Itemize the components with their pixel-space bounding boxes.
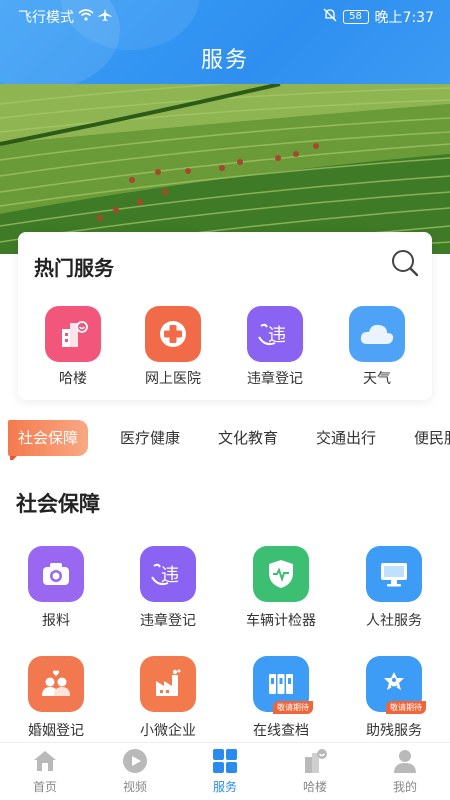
- service-disability-aid[interactable]: 敬请期待 助残服务: [338, 656, 450, 740]
- accessibility-icon: 敬请期待: [366, 656, 426, 714]
- service-label: 车辆计检器: [246, 613, 316, 629]
- tab-medical[interactable]: 医疗健康: [120, 420, 180, 456]
- mute-bell-icon: [323, 8, 337, 26]
- hot-service-violation[interactable]: 违 违章登记: [230, 306, 320, 388]
- violation-icon: 违: [247, 306, 303, 362]
- hot-service-halou[interactable]: 哈楼: [28, 306, 118, 388]
- building-icon: [301, 747, 329, 775]
- couple-icon: [28, 656, 84, 712]
- status-bar: 飞行模式 58 晚上7:37: [0, 0, 450, 32]
- airplane-icon: [98, 8, 112, 26]
- camera-icon: [28, 546, 84, 602]
- svg-text:违: 违: [161, 565, 179, 586]
- svg-text:违: 违: [268, 325, 286, 346]
- tab-label: 视频: [122, 780, 147, 794]
- service-vehicle-check[interactable]: 车辆计检器: [225, 546, 337, 630]
- tab-label: 哈楼: [302, 780, 327, 794]
- header: 飞行模式 58 晚上7:37 服务: [0, 0, 450, 84]
- bottom-tab-bar: 首页 视频 服务 哈楼 我的: [0, 742, 450, 800]
- home-icon: [31, 747, 59, 775]
- archive-icon: 敬请期待: [253, 656, 313, 714]
- hot-service-label: 网上医院: [145, 371, 201, 387]
- building-icon: [45, 306, 101, 362]
- tab-label: 服务: [212, 780, 237, 794]
- tab-indicator: [10, 456, 17, 460]
- cloud-icon: [349, 306, 405, 362]
- service-label: 婚姻登记: [28, 723, 84, 739]
- section-title: 社会保障: [16, 492, 100, 516]
- grid-icon: [211, 747, 239, 775]
- tab-transport[interactable]: 交通出行: [316, 420, 376, 456]
- hot-service-weather[interactable]: 天气: [332, 306, 422, 388]
- service-page: 飞行模式 58 晚上7:37 服务 热门服务 哈楼 网上医院 违 违章登记 天气…: [0, 0, 450, 800]
- medical-cross-icon: [145, 306, 201, 362]
- hot-service-label: 违章登记: [247, 371, 303, 387]
- service-small-business[interactable]: 小微企业: [112, 656, 224, 740]
- hot-services-title: 热门服务: [34, 256, 114, 280]
- coming-soon-badge: 敬请期待: [386, 701, 426, 714]
- service-label: 小微企业: [140, 723, 196, 739]
- hot-service-label: 哈楼: [59, 371, 87, 387]
- clock-time: 晚上7:37: [374, 10, 434, 26]
- play-icon: [121, 747, 149, 775]
- tab-label: 我的: [392, 780, 417, 794]
- service-online-archive[interactable]: 敬请期待 在线查档: [225, 656, 337, 740]
- battery-indicator: 58: [342, 10, 369, 24]
- service-hr-social[interactable]: 人社服务: [338, 546, 450, 630]
- tab-culture-education[interactable]: 文化教育: [218, 420, 278, 456]
- user-icon: [391, 747, 419, 775]
- service-label: 人社服务: [366, 613, 422, 629]
- monitor-icon: [366, 546, 422, 602]
- tab-home[interactable]: 首页: [0, 747, 90, 795]
- tab-social-security[interactable]: 社会保障: [8, 420, 89, 456]
- service-label: 违章登记: [140, 613, 196, 629]
- coming-soon-badge: 敬请期待: [273, 701, 313, 714]
- service-violation[interactable]: 违 违章登记: [112, 546, 224, 630]
- service-marriage[interactable]: 婚姻登记: [0, 656, 112, 740]
- hot-service-label: 天气: [363, 371, 391, 387]
- tab-video[interactable]: 视频: [90, 747, 180, 795]
- service-label: 在线查档: [253, 723, 309, 739]
- factory-icon: [140, 656, 196, 712]
- tab-halou[interactable]: 哈楼: [270, 747, 360, 795]
- banner-image[interactable]: [0, 84, 450, 254]
- wifi-icon: [78, 9, 94, 25]
- tab-convenience[interactable]: 便民服: [414, 420, 450, 456]
- page-title: 服务: [200, 48, 249, 73]
- hot-service-online-hospital[interactable]: 网上医院: [128, 306, 218, 388]
- hot-services-card: 热门服务 哈楼 网上医院 违 违章登记 天气: [18, 232, 432, 400]
- search-icon[interactable]: [390, 248, 420, 278]
- category-tabs: 社会保障 医疗健康 文化教育 交通出行 便民服: [0, 420, 450, 460]
- tab-service[interactable]: 服务: [180, 747, 270, 795]
- service-report[interactable]: 报料: [0, 546, 112, 630]
- tab-mine[interactable]: 我的: [360, 747, 450, 795]
- service-label: 助残服务: [366, 723, 422, 739]
- shield-pulse-icon: [253, 546, 309, 602]
- airplane-mode-label: 飞行模式: [18, 10, 74, 26]
- violation-icon: 违: [140, 546, 196, 602]
- service-label: 报料: [42, 613, 70, 629]
- tab-label: 首页: [32, 780, 57, 794]
